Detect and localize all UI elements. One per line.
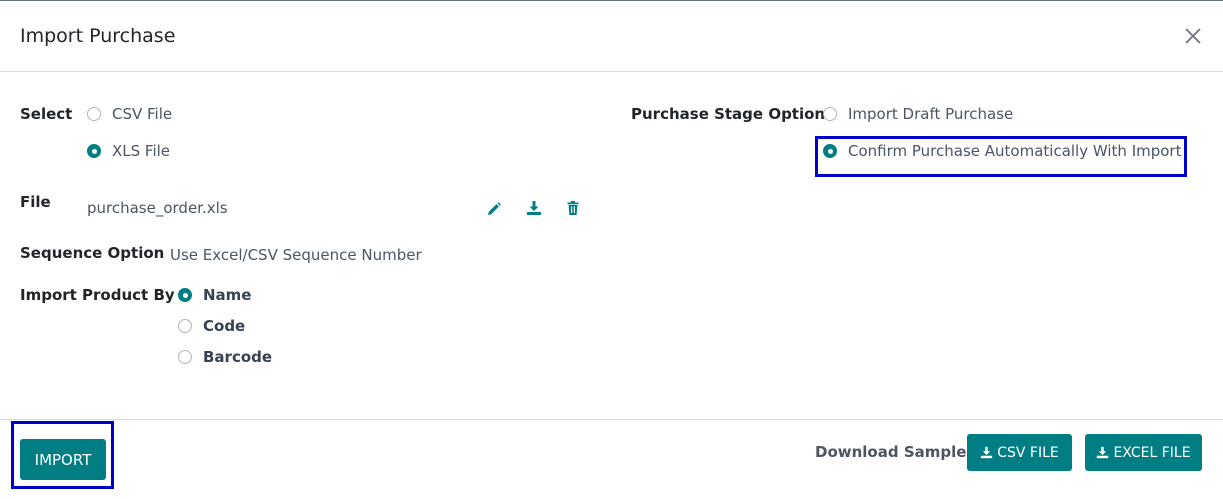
radio-circle[interactable]	[178, 350, 192, 364]
download-icon	[1096, 446, 1109, 459]
file-name: purchase_order.xls	[87, 199, 228, 217]
radio-label: Name	[203, 286, 252, 304]
download-icon	[980, 446, 993, 459]
pencil-icon[interactable]	[486, 201, 502, 217]
radio-label: CSV File	[112, 105, 173, 123]
radio-circle[interactable]	[178, 319, 192, 333]
csv-file-button-label: CSV FILE	[997, 444, 1059, 461]
csv-file-button[interactable]: CSV FILE	[967, 434, 1072, 471]
file-label: File	[20, 193, 51, 211]
radio-import-draft[interactable]: Import Draft Purchase	[823, 105, 1013, 123]
download-sample-label: Download Sample:	[815, 443, 973, 461]
close-icon[interactable]	[1182, 25, 1204, 47]
radio-circle[interactable]	[87, 107, 101, 121]
radio-label: XLS File	[112, 142, 171, 160]
sequence-option-value[interactable]: Use Excel/CSV Sequence Number	[170, 246, 422, 264]
select-label: Select	[20, 105, 73, 123]
radio-label: Code	[203, 317, 246, 335]
radio-circle[interactable]	[823, 107, 837, 121]
radio-name[interactable]: Name	[178, 286, 251, 304]
highlight-box-import	[11, 421, 114, 489]
highlight-box-confirm	[815, 136, 1187, 177]
excel-file-button[interactable]: EXCEL FILE	[1085, 434, 1202, 471]
radio-xls-file[interactable]: XLS File	[87, 142, 170, 160]
footer-divider	[0, 419, 1223, 420]
excel-file-button-label: EXCEL FILE	[1113, 444, 1191, 461]
trash-icon[interactable]	[565, 200, 581, 216]
radio-circle[interactable]	[87, 144, 101, 158]
radio-label: Import Draft Purchase	[848, 105, 1014, 123]
radio-barcode[interactable]: Barcode	[178, 348, 272, 366]
purchase-stage-label: Purchase Stage Option	[631, 105, 826, 123]
radio-csv-file[interactable]: CSV File	[87, 105, 172, 123]
download-icon[interactable]	[526, 200, 542, 216]
dialog-title: Import Purchase	[20, 25, 176, 47]
import-product-by-label: Import Product By	[20, 286, 175, 304]
sequence-option-label: Sequence Option	[20, 244, 165, 262]
radio-circle[interactable]	[178, 288, 192, 302]
radio-code[interactable]: Code	[178, 317, 245, 335]
dialog-header: Import Purchase	[0, 1, 1223, 72]
radio-label: Barcode	[203, 348, 273, 366]
